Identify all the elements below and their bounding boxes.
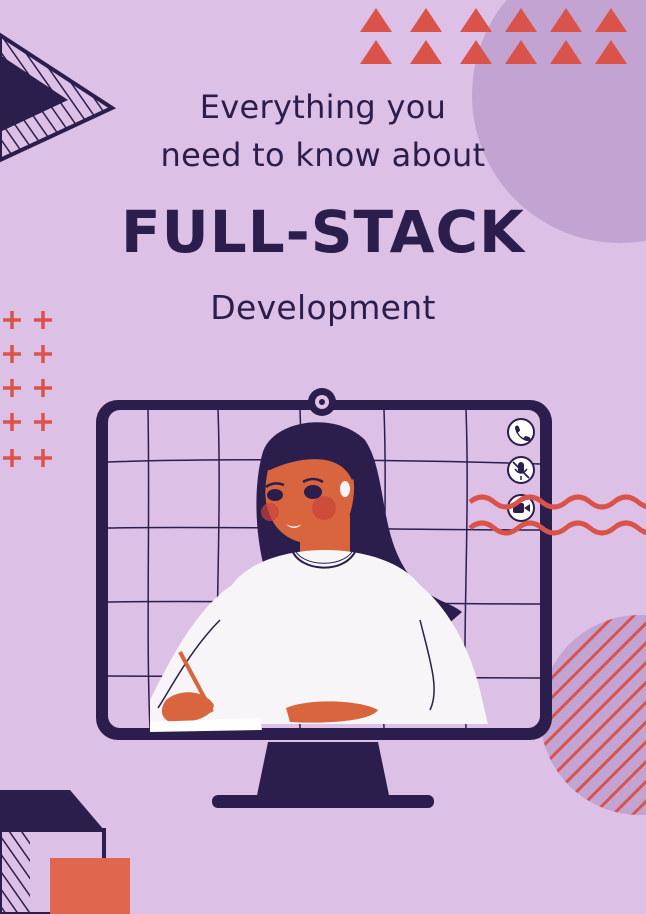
intro-line-1: Everything you <box>199 88 447 126</box>
decor-stripes <box>540 615 646 815</box>
subheadline: Development <box>210 288 436 327</box>
decor-plus-grid <box>3 311 52 467</box>
monitor-stand <box>212 742 434 808</box>
decor-cube <box>0 790 130 914</box>
headline: FULL-STACK <box>121 198 525 266</box>
intro-line-2: need to know about <box>160 136 486 174</box>
poster: Everything you need to know about FULL-S… <box>0 0 646 914</box>
